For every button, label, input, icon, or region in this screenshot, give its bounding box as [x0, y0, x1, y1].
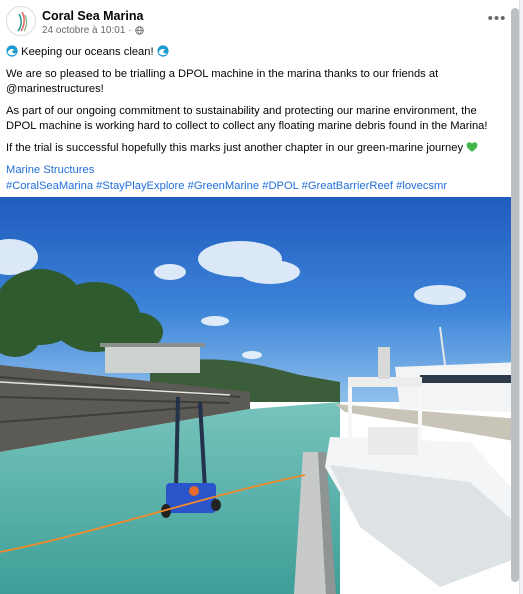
post-body: Keeping our oceans clean! We are so plea… [6, 45, 499, 194]
meta-separator: · [128, 25, 132, 36]
paragraph-1: We are so pleased to be trialling a DPOL… [6, 68, 439, 95]
hashtag-link[interactable]: #GreenMarine [188, 180, 260, 192]
mention-line: Marine Structures [6, 163, 499, 178]
paragraph-3-text: If the trial is successful hopefully thi… [6, 142, 464, 154]
more-options-icon[interactable]: ••• [485, 11, 509, 30]
post-card: Coral Sea Marina 24 octobre à 10:01 · ••… [0, 0, 520, 594]
post-meta: 24 octobre à 10:01 · [42, 25, 144, 36]
headline-text: Keeping our oceans clean! [21, 46, 154, 58]
post-photo[interactable] [0, 197, 520, 594]
hashtag-list: #CoralSeaMarina #StayPlayExplore #GreenM… [6, 179, 499, 194]
mention-link[interactable]: Marine Structures [6, 164, 94, 176]
scrollbar-thumb[interactable] [511, 8, 519, 582]
post-timestamp[interactable]: 24 octobre à 10:01 [42, 25, 125, 36]
photo-building [105, 345, 200, 373]
page-name-link[interactable]: Coral Sea Marina [42, 9, 143, 23]
hashtag-link[interactable]: #lovecsmr [396, 180, 447, 192]
globe-icon[interactable] [135, 26, 144, 35]
post-header: Coral Sea Marina 24 octobre à 10:01 · ••… [6, 6, 511, 42]
photo-building-roof [100, 343, 205, 347]
page-avatar[interactable] [6, 6, 36, 36]
headline-line: Keeping our oceans clean! [6, 45, 499, 60]
marina-logo-icon [17, 11, 28, 32]
water-wave-icon [6, 45, 18, 57]
hashtag-link[interactable]: #GreatBarrierReef [302, 180, 393, 192]
hashtag-link[interactable]: #CoralSeaMarina [6, 180, 93, 192]
hashtag-link[interactable]: #DPOL [262, 180, 298, 192]
paragraph-2: As part of our ongoing commitment to sus… [6, 105, 488, 132]
water-wave-icon [157, 45, 169, 57]
green-heart-icon [466, 142, 478, 152]
paragraph-3: If the trial is successful hopefully thi… [6, 141, 499, 156]
hashtag-link[interactable]: #StayPlayExplore [96, 180, 184, 192]
